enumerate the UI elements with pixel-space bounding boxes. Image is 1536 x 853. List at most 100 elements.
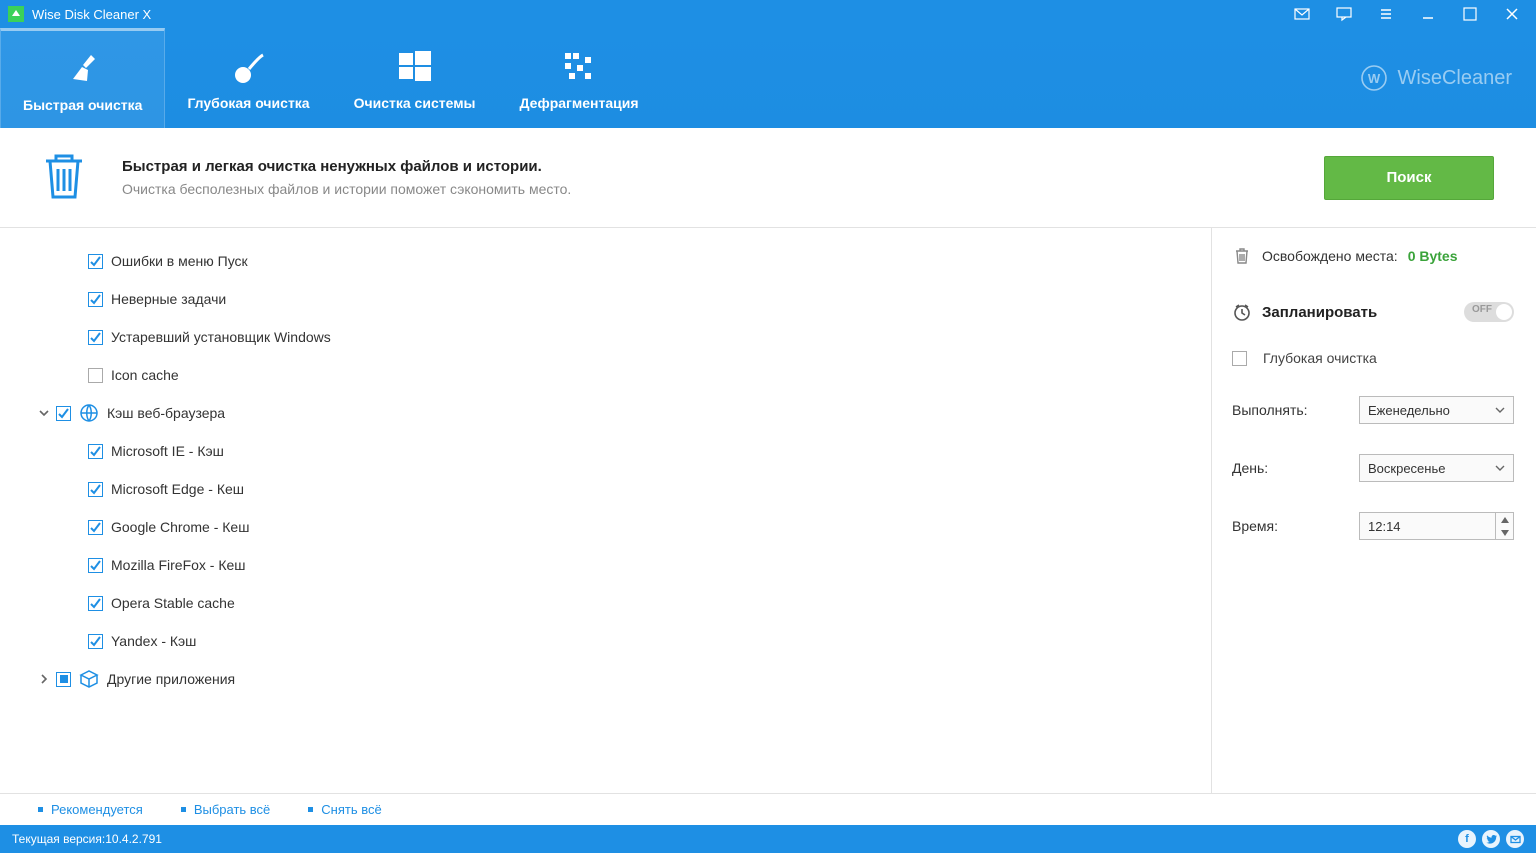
brand-logo: W WiseCleaner [1360,64,1512,92]
group-row[interactable]: Кэш веб-браузера [30,394,1211,432]
minimize-icon[interactable] [1420,6,1436,22]
tab-quick-clean[interactable]: Быстрая очистка [0,28,165,128]
time-spinner[interactable]: 12:14 [1359,512,1514,540]
schedule-label: Запланировать [1262,304,1377,321]
item-checkbox[interactable] [88,444,103,459]
tab-deep-clean[interactable]: Глубокая очистка [165,28,331,128]
feedback-icon[interactable] [1336,6,1352,22]
freed-value: 0 Bytes [1408,248,1458,264]
item-label: Google Chrome - Кеш [111,519,249,535]
email-social-icon[interactable] [1506,830,1524,848]
header-subtitle: Очистка бесполезных файлов и истории пом… [122,181,1294,197]
item-label: Неверные задачи [111,291,226,307]
close-icon[interactable] [1504,6,1520,22]
footer-link-select-all[interactable]: Выбрать всё [181,802,270,817]
list-item[interactable]: Устаревший установщик Windows [30,318,1211,356]
tab-defrag[interactable]: Дефрагментация [498,28,661,128]
list-item[interactable]: Неверные задачи [30,280,1211,318]
chevron-right-icon[interactable] [36,671,52,687]
group-row[interactable]: Другие приложения [30,660,1211,698]
scan-button-label: Поиск [1386,169,1431,186]
schedule-toggle[interactable]: OFF [1464,302,1514,322]
toggle-off-label: OFF [1472,304,1492,315]
day-value: Воскресенье [1368,461,1445,476]
run-select[interactable]: Еженедельно [1359,396,1514,424]
item-checkbox[interactable] [88,254,103,269]
version-value: 10.4.2.791 [105,832,162,846]
group-checkbox[interactable] [56,672,71,687]
list-item[interactable]: Ошибки в меню Пуск [30,242,1211,280]
version-label: Текущая версия: [12,832,105,846]
menu-icon[interactable] [1378,6,1394,22]
list-item[interactable]: Mozilla FireFox - Кеш [30,546,1211,584]
group-label: Другие приложения [107,671,235,687]
list-item[interactable]: Opera Stable cache [30,584,1211,622]
deep-clean-checkbox[interactable] [1232,351,1247,366]
time-label: Время: [1232,518,1278,534]
chevron-down-icon [1495,463,1505,473]
item-checkbox[interactable] [88,634,103,649]
list-item[interactable]: Icon cache [30,356,1211,394]
item-label: Opera Stable cache [111,595,235,611]
maximize-icon[interactable] [1462,6,1478,22]
item-label: Yandex - Кэш [111,633,196,649]
run-value: Еженедельно [1368,403,1450,418]
item-checkbox[interactable] [88,330,103,345]
app-title: Wise Disk Cleaner X [32,7,1294,22]
facebook-icon[interactable]: f [1458,830,1476,848]
header-panel: Быстрая и легкая очистка ненужных файлов… [0,128,1536,228]
group-checkbox[interactable] [56,406,71,421]
box-icon [79,669,99,689]
chevron-down-icon[interactable] [36,405,52,421]
item-checkbox[interactable] [88,368,103,383]
list-item[interactable]: Microsoft Edge - Кеш [30,470,1211,508]
brand-text: WiseCleaner [1398,67,1512,90]
item-label: Microsoft Edge - Кеш [111,481,244,497]
run-label: Выполнять: [1232,402,1308,418]
twitter-icon[interactable] [1482,830,1500,848]
header-title: Быстрая и легкая очистка ненужных файлов… [122,158,1294,175]
defrag-icon [561,47,597,87]
titlebar: Wise Disk Cleaner X [0,0,1536,28]
tab-label: Очистка системы [354,95,476,111]
broom-icon [63,49,103,89]
clock-icon [1232,302,1252,322]
side-panel: Освобождено места: 0 Bytes Запланировать… [1211,228,1536,793]
spinner-down-icon[interactable] [1496,526,1513,539]
chevron-down-icon [1495,405,1505,415]
item-label: Icon cache [111,367,179,383]
spinner-up-icon[interactable] [1496,513,1513,526]
item-label: Ошибки в меню Пуск [111,253,248,269]
link-label: Рекомендуется [51,802,143,817]
list-item[interactable]: Microsoft IE - Кэш [30,432,1211,470]
toolbar: Быстрая очистка Глубокая очистка Очистка… [0,28,1536,128]
day-select[interactable]: Воскресенье [1359,454,1514,482]
freed-label: Освобождено места: [1262,248,1398,264]
item-checkbox[interactable] [88,520,103,535]
list-item[interactable]: Yandex - Кэш [30,622,1211,660]
item-checkbox[interactable] [88,558,103,573]
item-label: Microsoft IE - Кэш [111,443,224,459]
footer-link-deselect-all[interactable]: Снять всё [308,802,381,817]
trash-icon [36,147,92,208]
item-label: Mozilla FireFox - Кеш [111,557,246,573]
status-bar: Текущая версия:10.4.2.791 f [0,825,1536,853]
link-label: Снять всё [321,802,381,817]
item-checkbox[interactable] [88,596,103,611]
item-label: Устаревший установщик Windows [111,329,331,345]
vacuum-icon [229,47,269,87]
footer-links: Рекомендуется Выбрать всё Снять всё [0,793,1536,825]
clean-items-list[interactable]: Ошибки в меню Пуск Неверные задачи Устарев… [0,228,1211,793]
list-item[interactable]: Google Chrome - Кеш [30,508,1211,546]
link-label: Выбрать всё [194,802,270,817]
footer-link-recommended[interactable]: Рекомендуется [38,802,143,817]
item-checkbox[interactable] [88,482,103,497]
tab-label: Глубокая очистка [187,95,309,111]
scan-button[interactable]: Поиск [1324,156,1494,200]
tab-system-clean[interactable]: Очистка системы [332,28,498,128]
item-checkbox[interactable] [88,292,103,307]
mail-icon[interactable] [1294,6,1310,22]
trash-small-icon [1232,246,1252,266]
app-icon [8,6,24,22]
group-label: Кэш веб-браузера [107,405,225,421]
